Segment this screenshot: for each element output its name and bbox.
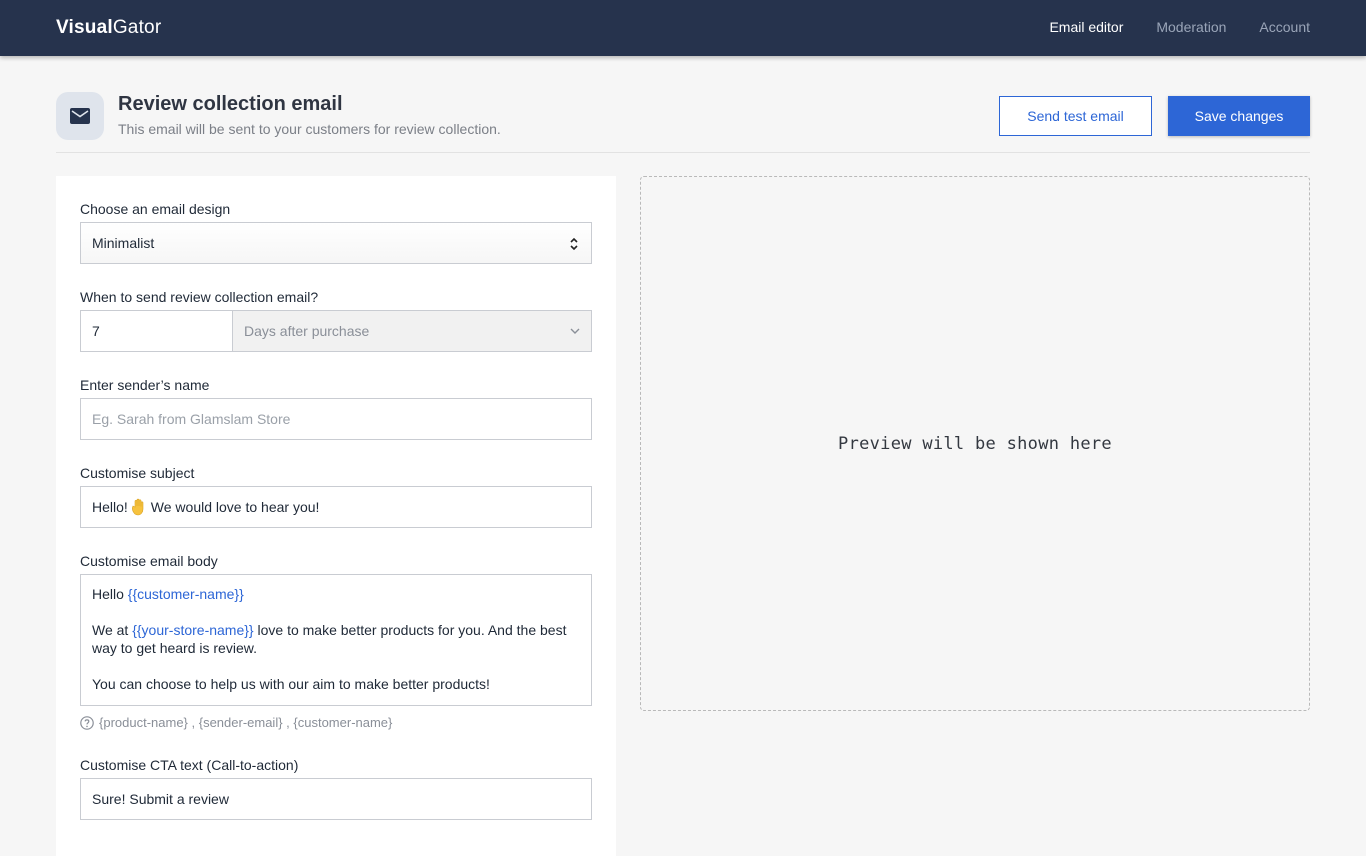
brand-logo[interactable]: VisualGator [56, 17, 161, 39]
timing-unit-select[interactable]: Days after purchase [232, 310, 592, 352]
store-name-token: {{your-store-name}} [132, 622, 254, 638]
nav-email-editor[interactable]: Email editor [1049, 19, 1123, 35]
sender-label: Enter sender’s name [80, 377, 210, 393]
mail-icon [70, 108, 90, 124]
cta-label: Customise CTA text (Call-to-action) [80, 757, 299, 773]
top-navbar: VisualGator Email editor Moderation Acco… [0, 0, 1366, 56]
preview-placeholder-text: Preview will be shown here [838, 433, 1112, 454]
email-preview-panel: Preview will be shown here [640, 176, 1310, 711]
page-title: Review collection email [118, 93, 343, 115]
select-arrows-icon [570, 237, 578, 251]
design-select-value: Minimalist [92, 235, 155, 251]
subject-label: Customise subject [80, 465, 195, 481]
brand-bold: Visual [56, 17, 113, 38]
chevron-down-icon [570, 328, 580, 334]
page-header: Review collection email This email will … [56, 92, 1310, 153]
timing-unit-value: Days after purchase [244, 323, 370, 339]
help-circle-icon[interactable] [80, 715, 94, 730]
days-input[interactable] [80, 310, 233, 352]
email-body-editor[interactable]: Hello {{customer-name}} We at {{your-sto… [80, 574, 592, 706]
cta-text-input[interactable] [80, 778, 592, 820]
design-select[interactable]: Minimalist [80, 222, 592, 264]
timing-label: When to send review collection email? [80, 289, 319, 305]
main-nav: Email editor Moderation Account [1049, 19, 1310, 35]
sender-name-input[interactable] [80, 398, 592, 440]
email-settings-form: Choose an email design Minimalist When t… [56, 176, 616, 856]
waving-hand-icon [131, 498, 144, 516]
mail-badge [56, 92, 104, 140]
save-changes-button[interactable]: Save changes [1168, 96, 1310, 136]
greeting-text: Hello [92, 586, 128, 602]
page-subtitle: This email will be sent to your customer… [118, 121, 501, 137]
brand-light: Gator [112, 17, 162, 38]
nav-moderation[interactable]: Moderation [1156, 19, 1226, 35]
design-label: Choose an email design [80, 201, 231, 217]
body-line-closing: You can choose to help us with our aim t… [92, 676, 490, 692]
nav-account[interactable]: Account [1259, 19, 1310, 35]
body-line-greeting: Hello {{customer-name}} [92, 585, 580, 603]
body-label: Customise email body [80, 553, 218, 569]
subject-input[interactable]: Hello! We would love to hear you! [80, 486, 592, 528]
subject-text-end: We would love to hear you! [150, 499, 320, 515]
body-line-main: We at {{your-store-name}} love to make b… [92, 621, 580, 657]
main-text-start: We at [92, 622, 133, 638]
send-test-email-button[interactable]: Send test email [999, 96, 1152, 136]
subject-text-start: Hello! [92, 499, 128, 515]
customer-name-token: {{customer-name}} [127, 586, 244, 602]
variables-hint: {product-name} , {sender-email} , {custo… [80, 715, 392, 730]
variables-list: {product-name} , {sender-email} , {custo… [99, 715, 393, 730]
